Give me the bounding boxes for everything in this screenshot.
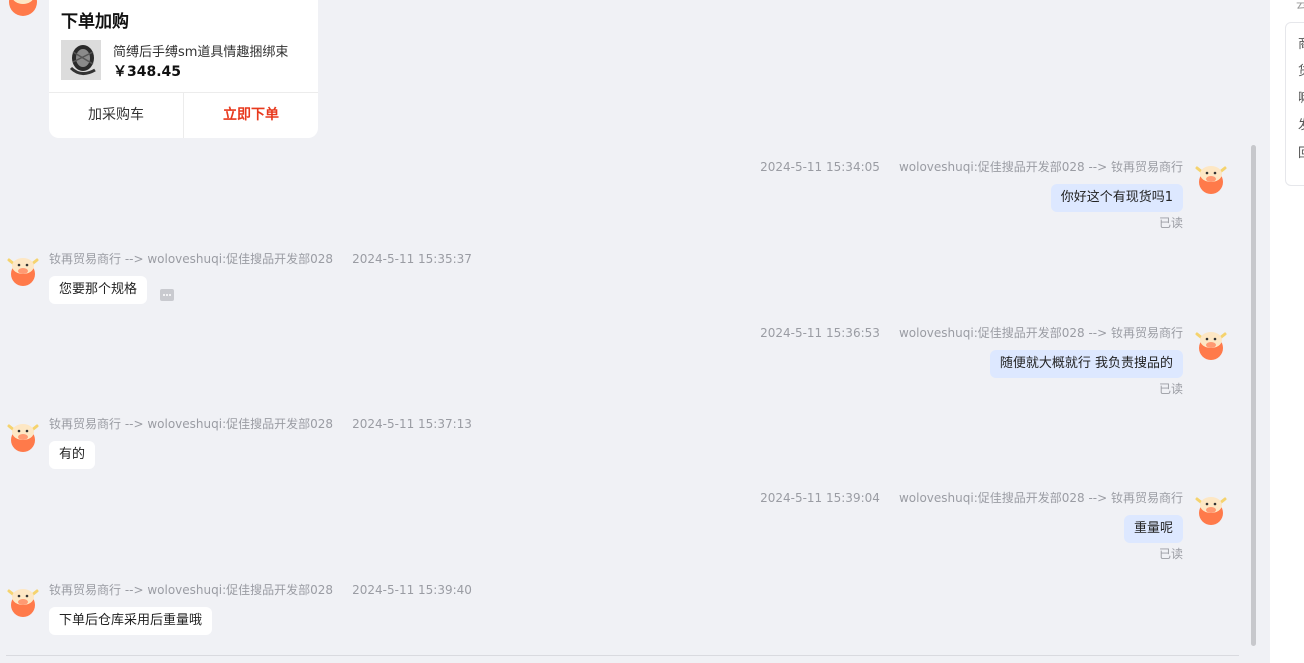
message-meta: 2024-5-11 15:34:05 woloveshuqi:促佳搜品开发部02… <box>760 158 1183 175</box>
info-line: 商 <box>1298 33 1304 52</box>
message-route: 钕再贸易商行 --> woloveshuqi:促佳搜品开发部028 <box>49 252 334 266</box>
message-bubble-outgoing[interactable]: 你好这个有现货吗1 <box>1050 184 1183 212</box>
scrollbar-thumb[interactable] <box>1251 145 1256 646</box>
info-line: 回 <box>1298 142 1304 161</box>
product-thumbnail[interactable] <box>61 40 101 80</box>
message-bubble-incoming[interactable]: 您要那个规格 <box>49 276 148 304</box>
cow-avatar-icon <box>7 589 39 617</box>
message-meta: 钕再贸易商行 --> woloveshuqi:促佳搜品开发部028 2024-5… <box>49 581 472 598</box>
message-timestamp: 2024-5-11 15:36:53 <box>760 326 880 340</box>
right-panel-header-fragment: 云 <box>1296 0 1304 11</box>
product-name[interactable]: 简缚后手缚sm道具情趣捆绑束 <box>113 41 288 60</box>
message-route: 钕再贸易商行 --> woloveshuqi:促佳搜品开发部028 <box>49 583 334 597</box>
info-line: 嘛 <box>1298 87 1304 106</box>
read-status: 已读 <box>1158 216 1183 230</box>
read-status: 已读 <box>1158 547 1183 561</box>
message-route: woloveshuqi:促佳搜品开发部028 --> 钕再贸易商行 <box>898 160 1183 174</box>
message-timestamp: 2024-5-11 15:37:13 <box>352 417 472 431</box>
cow-avatar-icon <box>1195 497 1227 525</box>
input-divider <box>6 655 1239 656</box>
order-card-title: 下单加购 <box>61 12 129 32</box>
order-now-button[interactable]: 立即下单 <box>184 93 318 138</box>
message-bubble-outgoing[interactable]: 重量呢 <box>1123 515 1183 543</box>
message-timestamp: 2024-5-11 15:39:04 <box>760 491 880 505</box>
message-route: woloveshuqi:促佳搜品开发部028 --> 钕再贸易商行 <box>898 491 1183 505</box>
chat-message-area: 下单加购 简缚后手缚sm道具情趣捆绑束 ￥348.45 加采购车 立即下单 20… <box>0 0 1258 663</box>
order-card: 下单加购 简缚后手缚sm道具情趣捆绑束 ￥348.45 加采购车 立即下单 <box>49 0 318 138</box>
cow-avatar-icon <box>9 0 37 16</box>
more-options-icon[interactable] <box>160 289 174 301</box>
read-status: 已读 <box>1158 382 1183 396</box>
cow-avatar-icon <box>7 258 39 286</box>
message-bubble-outgoing[interactable]: 随便就大概就行 我负责搜品的 <box>989 350 1183 378</box>
message-meta: 2024-5-11 15:36:53 woloveshuqi:促佳搜品开发部02… <box>760 324 1183 341</box>
message-timestamp: 2024-5-11 15:34:05 <box>760 160 880 174</box>
info-line: 发 <box>1298 114 1304 133</box>
message-meta: 2024-5-11 15:39:04 woloveshuqi:促佳搜品开发部02… <box>760 489 1183 506</box>
cow-avatar-icon <box>7 424 39 452</box>
message-meta: 钕再贸易商行 --> woloveshuqi:促佳搜品开发部028 2024-5… <box>49 250 472 267</box>
product-price: ￥348.45 <box>113 64 182 80</box>
message-meta: 钕再贸易商行 --> woloveshuqi:促佳搜品开发部028 2024-5… <box>49 415 472 432</box>
cow-avatar-icon <box>1195 332 1227 360</box>
message-timestamp: 2024-5-11 15:39:40 <box>352 583 472 597</box>
add-to-cart-button[interactable]: 加采购车 <box>49 93 183 138</box>
right-info-card: 商 货 嘛 发 回 <box>1285 22 1304 186</box>
message-bubble-incoming[interactable]: 有的 <box>49 441 96 469</box>
message-timestamp: 2024-5-11 15:35:37 <box>352 252 472 266</box>
message-route: woloveshuqi:促佳搜品开发部028 --> 钕再贸易商行 <box>898 326 1183 340</box>
product-image-icon <box>61 40 101 80</box>
message-route: 钕再贸易商行 --> woloveshuqi:促佳搜品开发部028 <box>49 417 334 431</box>
cow-avatar-icon <box>1195 166 1227 194</box>
message-bubble-incoming[interactable]: 下单后仓库采用后重量哦 <box>49 607 213 635</box>
info-line: 货 <box>1298 60 1304 79</box>
